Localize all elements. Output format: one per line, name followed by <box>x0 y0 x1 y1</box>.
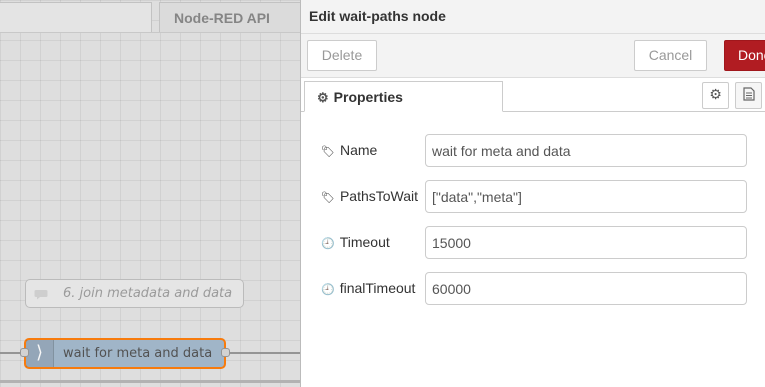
workspace-tab-node-red-api[interactable]: Node-RED API <box>159 2 300 32</box>
wire-out <box>228 352 300 354</box>
form-row-final-timeout: 🕘 finalTimeout <box>301 272 765 305</box>
paths-to-wait-input[interactable] <box>425 180 747 213</box>
node-description-tab-button[interactable] <box>735 82 762 109</box>
workspace-tab-previous[interactable]: o <box>0 2 152 32</box>
tag-icon: 🏷 <box>321 146 335 158</box>
clock-icon: 🕘 <box>321 238 335 250</box>
flow-workspace[interactable]: o Node-RED API 6. join metadata and data… <box>0 0 300 387</box>
comment-icon <box>34 290 48 300</box>
timeout-input[interactable] <box>425 226 747 259</box>
paths-to-wait-label: 🏷 PathsToWait <box>321 180 418 215</box>
final-timeout-label: 🕘 finalTimeout <box>321 272 415 307</box>
final-timeout-label-text: finalTimeout <box>339 280 416 296</box>
wait-paths-node-label: wait for meta and data <box>63 346 213 361</box>
name-input[interactable] <box>425 134 747 167</box>
comment-node[interactable]: 6. join metadata and data <box>25 279 244 308</box>
wait-paths-node[interactable]: ⟩ wait for meta and data <box>20 338 230 369</box>
node-settings-tab-button[interactable]: ⚙ <box>702 82 729 109</box>
tag-icon: 🏷 <box>321 192 335 204</box>
done-button[interactable]: Done <box>724 40 765 71</box>
tray-title: Edit wait-paths node <box>309 8 446 24</box>
final-timeout-input[interactable] <box>425 272 747 305</box>
gear-icon: ⚙ <box>317 90 329 105</box>
clock-icon: 🕘 <box>321 284 335 296</box>
wire-bottom <box>0 380 300 383</box>
comment-node-label: 6. join metadata and data <box>63 286 233 301</box>
form-row-paths-to-wait: 🏷 PathsToWait <box>301 180 765 213</box>
tray-header: Edit wait-paths node <box>301 0 765 34</box>
name-label: 🏷 Name <box>321 134 377 169</box>
delete-button[interactable]: Delete <box>307 40 377 71</box>
workspace-tab-divider <box>0 32 300 33</box>
gear-icon: ⚙ <box>709 87 722 103</box>
wire-in <box>0 352 20 354</box>
workspace-shade <box>0 0 300 387</box>
form-row-timeout: 🕘 Timeout <box>301 226 765 259</box>
tab-properties-label: Properties <box>333 89 403 105</box>
timeout-label: 🕘 Timeout <box>321 226 390 261</box>
join-icon: ⟩ <box>26 340 54 367</box>
document-icon <box>742 87 755 101</box>
form-row-name: 🏷 Name <box>301 134 765 167</box>
timeout-label-text: Timeout <box>339 234 390 250</box>
paths-to-wait-label-text: PathsToWait <box>339 188 419 204</box>
tray-tabs-bar: ⚙ Properties ⚙ <box>301 78 765 112</box>
cancel-button[interactable]: Cancel <box>634 40 707 71</box>
workspace-tab-label: Node-RED API <box>174 10 270 26</box>
tray-toolbar: Delete Cancel Done <box>301 34 765 78</box>
name-label-text: Name <box>339 142 378 158</box>
input-port[interactable] <box>20 348 29 357</box>
edit-tray: Edit wait-paths node Delete Cancel Done … <box>300 0 765 387</box>
tab-properties[interactable]: ⚙ Properties <box>304 81 503 112</box>
output-port[interactable] <box>221 348 230 357</box>
